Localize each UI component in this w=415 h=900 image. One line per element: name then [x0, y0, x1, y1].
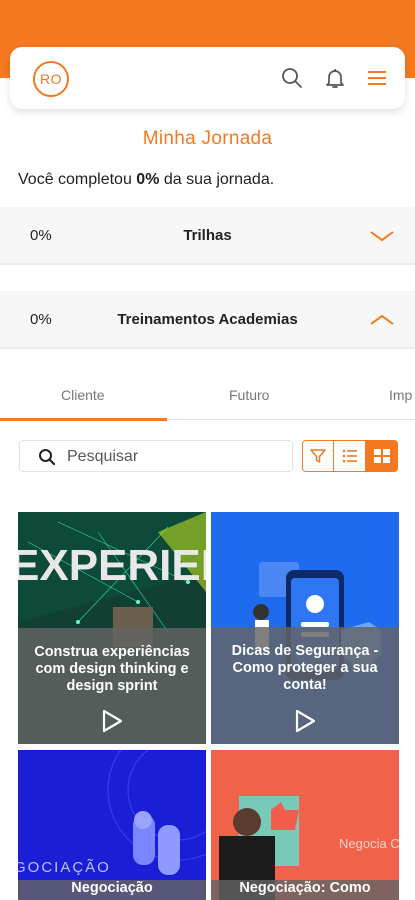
app-header: RO: [10, 47, 405, 109]
course-thumbnail: Negocia Como a o métoc: [211, 750, 399, 900]
thumbnail-text: EXPERIENCIA: [18, 541, 206, 590]
grid-view-icon: [373, 449, 390, 463]
view-controls: [302, 440, 398, 472]
section-treinamentos-academias[interactable]: 0% Treinamentos Academias: [0, 291, 415, 349]
search-icon: [39, 449, 56, 466]
thumbnail-text: GOCIAÇÃO: [18, 859, 111, 876]
journey-progress-value: 0%: [136, 171, 160, 188]
list-view-icon: [342, 449, 357, 463]
tab-imp[interactable]: Imp: [389, 387, 412, 403]
play-icon[interactable]: [100, 708, 124, 734]
section-label: Trilhas: [183, 227, 232, 244]
search-input[interactable]: [67, 446, 277, 468]
chevron-up-icon[interactable]: [369, 311, 395, 329]
page-title: Minha Jornada: [142, 128, 273, 149]
bell-icon[interactable]: [323, 66, 347, 90]
card-title: Dicas de Segurança - Como proteger a sua…: [231, 643, 379, 693]
journey-progress-text: Você completou 0% da sua jornada.: [18, 171, 275, 188]
course-card[interactable]: EXPERIENCIA Construa experiências com de…: [18, 512, 206, 744]
active-tab-indicator: [0, 418, 167, 421]
section-label: Treinamentos Academias: [117, 311, 298, 328]
course-thumbnail: GOCIAÇÃO: [18, 750, 206, 900]
list-view-button[interactable]: [334, 440, 366, 472]
menu-icon[interactable]: [365, 66, 389, 90]
search-icon[interactable]: [280, 66, 304, 90]
card-title: Negociação: Como: [239, 880, 371, 896]
section-trilhas[interactable]: 0% Trilhas: [0, 207, 415, 265]
course-card[interactable]: Negocia Como a o métoc Negociação: Como: [211, 750, 399, 900]
thumbnail-text: Negocia Como a o métoc: [339, 836, 399, 851]
grid-view-button[interactable]: [366, 440, 398, 472]
play-icon[interactable]: [293, 708, 317, 734]
tab-futuro[interactable]: Futuro: [229, 387, 269, 403]
course-card[interactable]: Dicas de Segurança - Como proteger a sua…: [211, 512, 399, 744]
card-title: Negociação: [71, 880, 153, 896]
course-card[interactable]: GOCIAÇÃO Negociação: [18, 750, 206, 900]
app-logo[interactable]: RO: [33, 61, 69, 97]
card-title: Construa experiências com design thinkin…: [34, 644, 190, 694]
filter-button[interactable]: [302, 440, 334, 472]
category-tabs: Cliente Futuro Imp: [0, 380, 415, 421]
chevron-down-icon[interactable]: [369, 227, 395, 245]
tab-cliente[interactable]: Cliente: [61, 387, 105, 403]
search-box: [19, 440, 293, 472]
filter-icon: [310, 449, 326, 463]
